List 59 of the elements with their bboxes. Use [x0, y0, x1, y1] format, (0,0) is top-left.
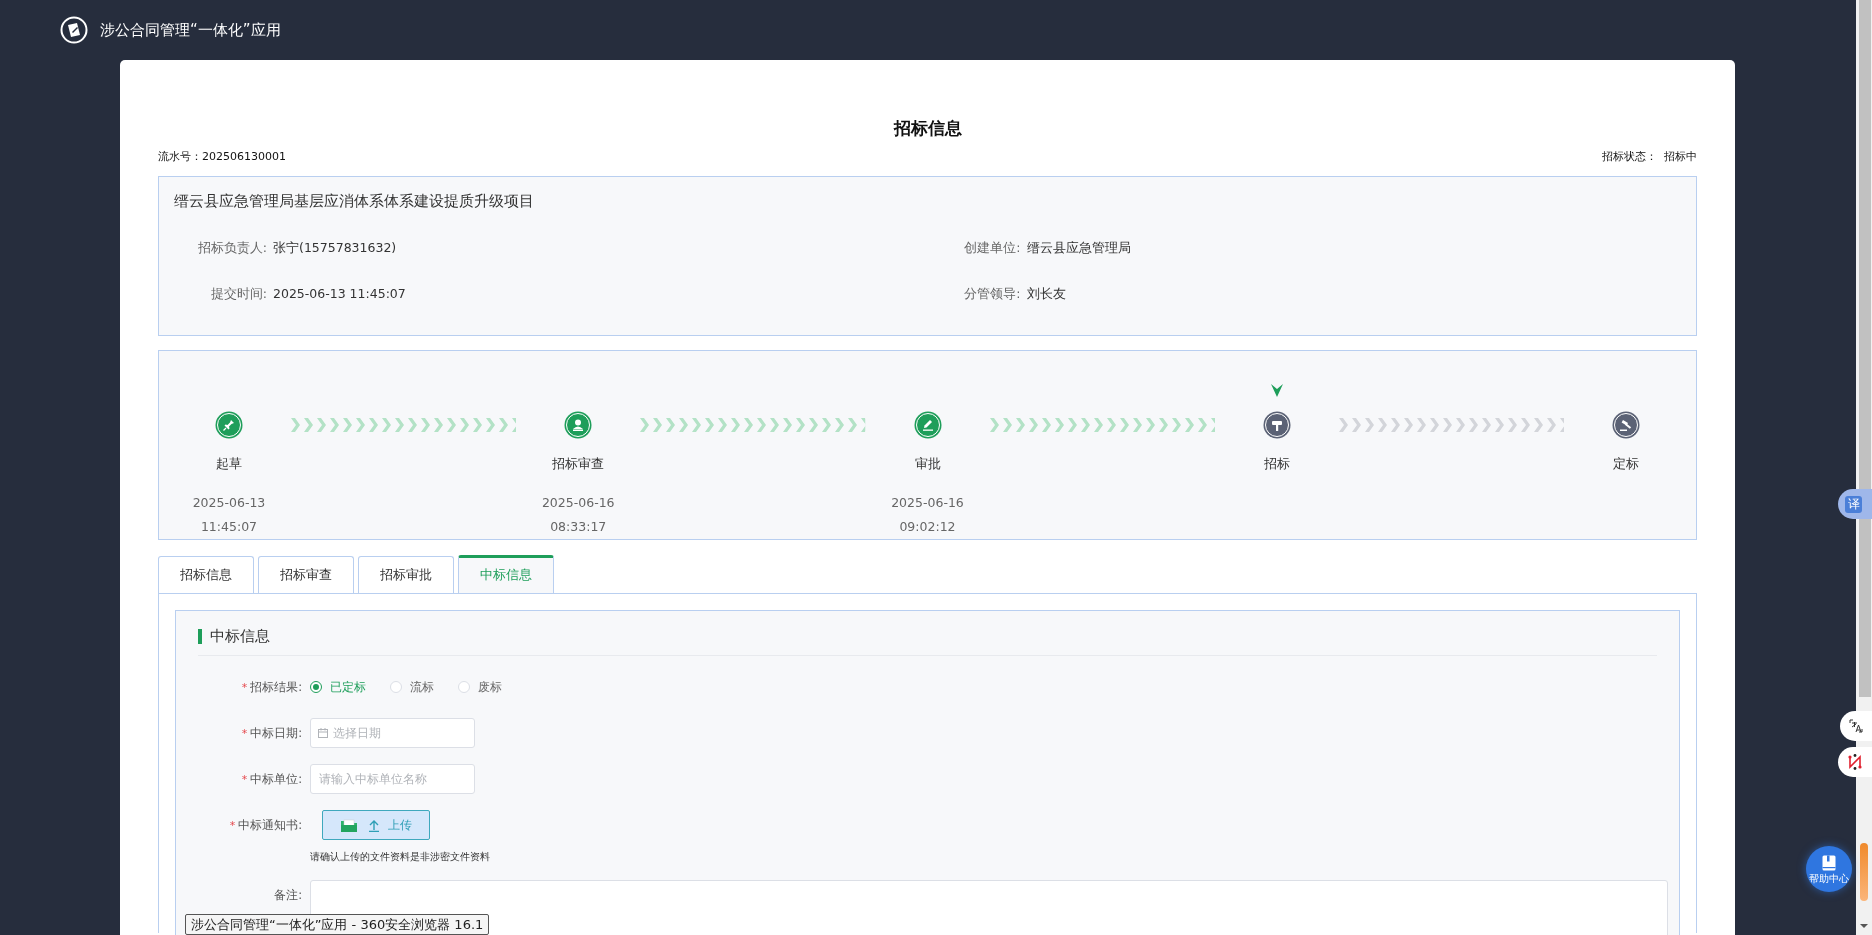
- step-date: 2025-06-16: [541, 494, 615, 512]
- translate-tab[interactable]: 译: [1838, 489, 1872, 519]
- section-marker: [198, 628, 202, 644]
- field-label: 招标负责人:: [196, 239, 267, 257]
- translate-icon[interactable]: [1849, 719, 1863, 733]
- field-value: 缙云县应急管理局: [1026, 239, 1131, 257]
- radio-label: 已定标: [330, 679, 366, 695]
- network-tool-button[interactable]: [1838, 747, 1872, 777]
- step-time: 11:45:07: [200, 518, 258, 536]
- bid-status: 招标状态： 招标中: [1602, 150, 1697, 164]
- page-title: 招标信息: [892, 117, 963, 140]
- radio-label: 废标: [478, 679, 502, 695]
- network-icon[interactable]: [1847, 754, 1863, 770]
- tab[interactable]: 招标信息: [158, 556, 254, 593]
- project-name: 缙云县应急管理局基层应消体系体系建设提质升级项目: [174, 192, 535, 211]
- step-date: 2025-06-16: [891, 494, 964, 512]
- field-label: 中标单位:: [250, 771, 302, 787]
- section-title: 中标信息: [210, 626, 270, 646]
- field-label: 备注:: [274, 887, 302, 903]
- step-label: 定标: [1613, 456, 1639, 473]
- upload-button[interactable]: 上传: [322, 810, 430, 840]
- text-field[interactable]: 请输入中标单位名称: [310, 764, 475, 794]
- required-mark: *: [241, 680, 248, 694]
- step-time: 09:02:12: [899, 518, 956, 536]
- radio-button[interactable]: [310, 681, 322, 693]
- translate-tool-button[interactable]: [1840, 711, 1872, 741]
- field-label: 分管领导:: [963, 285, 1021, 303]
- step-label: 起草: [216, 456, 242, 473]
- tab[interactable]: 中标信息: [458, 555, 554, 593]
- field-label: 中标通知书:: [238, 817, 302, 833]
- field-value: 张宁(15757831632): [273, 239, 397, 257]
- help-center-button[interactable]: 帮助中心: [1806, 846, 1852, 892]
- tab[interactable]: 招标审批: [358, 556, 454, 593]
- step-label: 审批: [914, 456, 941, 473]
- book-icon: [1822, 854, 1836, 871]
- field-label: 提交时间:: [209, 285, 267, 303]
- field-value: 刘长友: [1026, 285, 1066, 303]
- step-time: 08:33:17: [550, 518, 607, 536]
- radio-label: 流标: [410, 679, 434, 695]
- required-mark: *: [241, 772, 248, 786]
- field-label: 招标结果:: [250, 679, 302, 695]
- step-date: 2025-06-13: [192, 494, 266, 512]
- app-title: 涉公合同管理“一体化”应用: [100, 20, 281, 40]
- required-mark: *: [241, 726, 248, 740]
- date-field[interactable]: 选择日期: [310, 718, 475, 748]
- tooltip-text: 涉公合同管理“一体化”应用 - 360安全浏览器 16.1: [185, 914, 490, 935]
- serial-number: 流水号：202506130001: [158, 150, 286, 164]
- required-mark: *: [229, 818, 236, 832]
- logo-icon: [60, 16, 88, 44]
- calendar-icon: [318, 728, 328, 738]
- field-label: 创建单位:: [963, 239, 1021, 257]
- folder-icon: [340, 817, 358, 833]
- tab[interactable]: 招标审查: [258, 556, 354, 593]
- upload-icon: [368, 818, 380, 832]
- step-label: 招标: [1263, 456, 1290, 473]
- step-label: 招标审查: [552, 456, 605, 473]
- upload-hint: 请确认上传的文件资料是非涉密文件资料: [310, 850, 490, 864]
- field-label: 中标日期:: [250, 725, 302, 741]
- field-value: 2025-06-13 11:45:07: [273, 285, 406, 303]
